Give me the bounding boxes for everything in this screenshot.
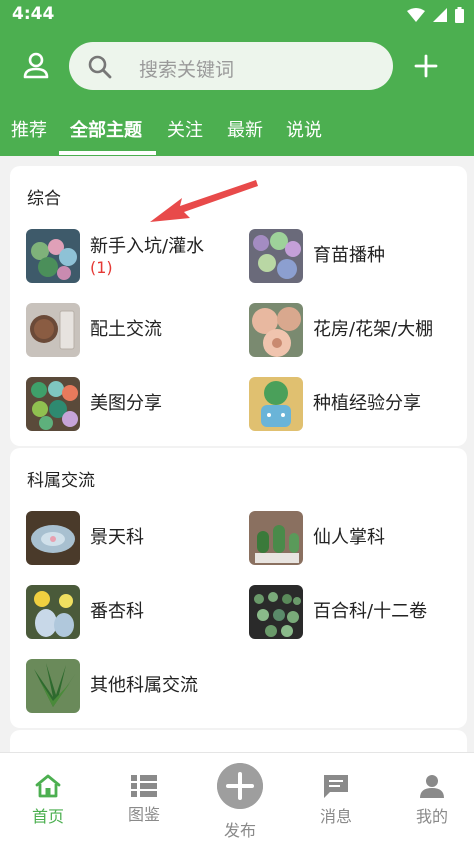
person-icon xyxy=(420,775,444,798)
tab-recommend[interactable]: 推荐 xyxy=(11,116,47,142)
forum-thumbnail xyxy=(26,511,80,565)
message-icon xyxy=(324,775,348,798)
nav-profile[interactable]: 我的 xyxy=(392,773,472,827)
status-time: 4:44 xyxy=(12,4,55,24)
forum-item-soil[interactable]: 配土交流 xyxy=(26,303,162,357)
forum-item-label: 种植经验分享 xyxy=(313,393,421,414)
forum-item-photos[interactable]: 美图分享 xyxy=(26,377,162,431)
forum-thumbnail xyxy=(249,229,303,283)
nav-label: 消息 xyxy=(319,807,352,826)
tab-indicator xyxy=(59,151,156,155)
wifi-icon xyxy=(407,8,425,22)
forum-item-label: 花房/花架/大棚 xyxy=(313,319,434,340)
forum-item-experience[interactable]: 种植经验分享 xyxy=(249,377,421,431)
forum-item-label: 美图分享 xyxy=(90,393,162,414)
nav-label: 发布 xyxy=(223,821,256,840)
add-circle-icon xyxy=(217,763,263,809)
forum-item-seedling[interactable]: 育苗播种 xyxy=(249,229,385,283)
search-box[interactable]: 搜索关键词 xyxy=(69,42,393,90)
nav-label: 图鉴 xyxy=(127,805,160,824)
tab-posts[interactable]: 说说 xyxy=(286,116,322,142)
catalog-icon xyxy=(131,775,157,797)
forum-item-label: 新手入坑/灌水 xyxy=(90,235,205,257)
section-card-families: 科属交流 景天科 仙人掌科 番杏科 百合科/十二卷 其他科属交流 xyxy=(10,448,467,728)
add-icon[interactable] xyxy=(410,50,442,82)
toolbar: 搜索关键词 xyxy=(0,40,474,92)
signal-icon xyxy=(433,8,447,22)
nav-catalog[interactable]: 图鉴 xyxy=(104,775,184,825)
forum-item-label: 百合科/十二卷 xyxy=(313,601,428,622)
forum-item-beginner[interactable]: 新手入坑/灌水 (1) xyxy=(26,229,204,283)
forum-thumbnail xyxy=(249,303,303,357)
annotation-arrow xyxy=(150,180,258,222)
search-icon xyxy=(88,55,112,79)
tab-latest[interactable]: 最新 xyxy=(227,116,263,142)
forum-item-label: 配土交流 xyxy=(90,319,162,340)
forum-item-aizoaceae[interactable]: 番杏科 xyxy=(26,585,144,639)
forum-thumbnail xyxy=(26,229,80,283)
forum-item-label: 番杏科 xyxy=(90,601,144,622)
forum-thumbnail xyxy=(26,303,80,357)
forum-item-liliaceae[interactable]: 百合科/十二卷 xyxy=(249,585,427,639)
forum-thumbnail xyxy=(26,377,80,431)
forum-thumbnail xyxy=(249,585,303,639)
status-icons xyxy=(407,7,464,23)
forum-thumbnail xyxy=(249,377,303,431)
forum-item-cactaceae[interactable]: 仙人掌科 xyxy=(249,511,385,565)
section-title: 科属交流 xyxy=(27,471,95,491)
forum-item-label: 育苗播种 xyxy=(313,245,385,266)
forum-thumbnail xyxy=(26,585,80,639)
bottom-nav: 首页 图鉴 发布 消息 我的 xyxy=(0,752,474,844)
tab-bar: 推荐 全部主题 关注 最新 说说 xyxy=(0,112,474,156)
tab-following[interactable]: 关注 xyxy=(167,116,203,142)
status-bar: 4:44 xyxy=(0,0,474,30)
search-placeholder: 搜索关键词 xyxy=(139,59,235,81)
nav-label: 我的 xyxy=(415,807,448,826)
forum-item-label: 其他科属交流 xyxy=(90,675,198,696)
forum-thumbnail xyxy=(26,659,80,713)
nav-home[interactable]: 首页 xyxy=(8,773,88,827)
section-title: 综合 xyxy=(27,189,61,209)
forum-item-greenhouse[interactable]: 花房/花架/大棚 xyxy=(249,303,433,357)
forum-item-other-families[interactable]: 其他科属交流 xyxy=(26,659,198,713)
profile-icon[interactable] xyxy=(20,50,52,82)
forum-item-label: 仙人掌科 xyxy=(313,527,385,548)
nav-publish[interactable]: 发布 xyxy=(200,753,280,841)
home-icon xyxy=(35,774,61,798)
battery-icon xyxy=(455,7,464,23)
tab-all-topics[interactable]: 全部主题 xyxy=(70,116,142,142)
nav-messages[interactable]: 消息 xyxy=(296,773,376,827)
forum-item-crassulaceae[interactable]: 景天科 xyxy=(26,511,144,565)
forum-thumbnail xyxy=(249,511,303,565)
forum-item-label: 景天科 xyxy=(90,527,144,548)
nav-label: 首页 xyxy=(31,807,64,826)
top-bar: 4:44 搜索关键词 推荐 全部主题 关注 最新 说说 xyxy=(0,0,474,156)
unread-count: (1) xyxy=(90,257,113,277)
